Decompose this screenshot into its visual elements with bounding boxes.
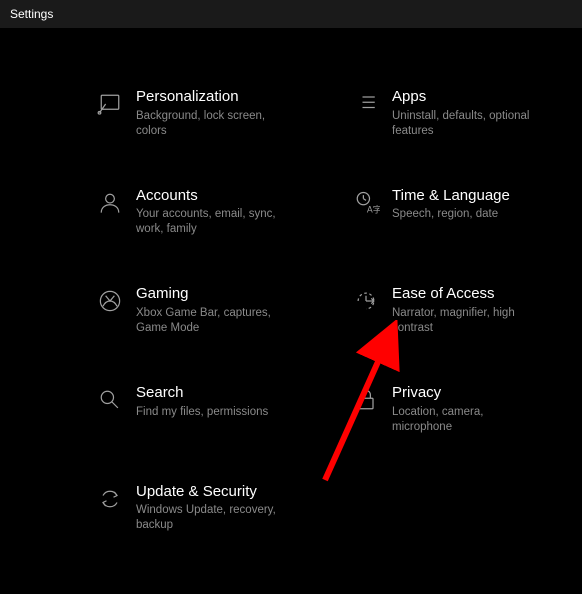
time-language-icon: A字 bbox=[346, 187, 386, 217]
settings-item-ease-of-access[interactable]: Ease of Access Narrator, magnifier, high… bbox=[346, 285, 562, 336]
personalization-icon bbox=[90, 88, 130, 118]
privacy-icon bbox=[346, 384, 386, 414]
item-desc: Your accounts, email, sync, work, family bbox=[136, 207, 290, 237]
item-title: Ease of Access bbox=[392, 285, 546, 304]
apps-icon bbox=[346, 88, 386, 118]
ease-of-access-icon bbox=[346, 285, 386, 315]
settings-item-apps[interactable]: Apps Uninstall, defaults, optional featu… bbox=[346, 88, 562, 139]
search-icon bbox=[90, 384, 130, 414]
item-desc: Location, camera, microphone bbox=[392, 405, 546, 435]
settings-item-personalization[interactable]: Personalization Background, lock screen,… bbox=[90, 88, 306, 139]
accounts-icon bbox=[90, 187, 130, 217]
window-titlebar: Settings bbox=[0, 0, 582, 28]
settings-item-privacy[interactable]: Privacy Location, camera, microphone bbox=[346, 384, 562, 435]
item-title: Accounts bbox=[136, 187, 290, 206]
item-desc: Windows Update, recovery, backup bbox=[136, 503, 290, 533]
settings-grid: Personalization Background, lock screen,… bbox=[90, 88, 562, 533]
item-desc: Speech, region, date bbox=[392, 207, 510, 222]
item-desc: Xbox Game Bar, captures, Game Mode bbox=[136, 306, 290, 336]
window-title: Settings bbox=[10, 7, 53, 21]
settings-item-accounts[interactable]: Accounts Your accounts, email, sync, wor… bbox=[90, 187, 306, 238]
settings-content: Personalization Background, lock screen,… bbox=[0, 28, 582, 533]
settings-item-gaming[interactable]: Gaming Xbox Game Bar, captures, Game Mod… bbox=[90, 285, 306, 336]
settings-item-search[interactable]: Search Find my files, permissions bbox=[90, 384, 306, 435]
svg-text:A字: A字 bbox=[367, 203, 380, 214]
item-desc: Find my files, permissions bbox=[136, 405, 268, 420]
item-title: Gaming bbox=[136, 285, 290, 304]
item-title: Apps bbox=[392, 88, 546, 107]
item-title: Time & Language bbox=[392, 187, 510, 206]
item-title: Update & Security bbox=[136, 483, 290, 502]
update-security-icon bbox=[90, 483, 130, 513]
item-desc: Background, lock screen, colors bbox=[136, 109, 290, 139]
item-title: Search bbox=[136, 384, 268, 403]
item-title: Privacy bbox=[392, 384, 546, 403]
item-title: Personalization bbox=[136, 88, 290, 107]
item-desc: Uninstall, defaults, optional features bbox=[392, 109, 546, 139]
item-desc: Narrator, magnifier, high contrast bbox=[392, 306, 546, 336]
settings-item-update-security[interactable]: Update & Security Windows Update, recove… bbox=[90, 483, 306, 534]
settings-item-time-language[interactable]: A字 Time & Language Speech, region, date bbox=[346, 187, 562, 238]
gaming-icon bbox=[90, 285, 130, 315]
